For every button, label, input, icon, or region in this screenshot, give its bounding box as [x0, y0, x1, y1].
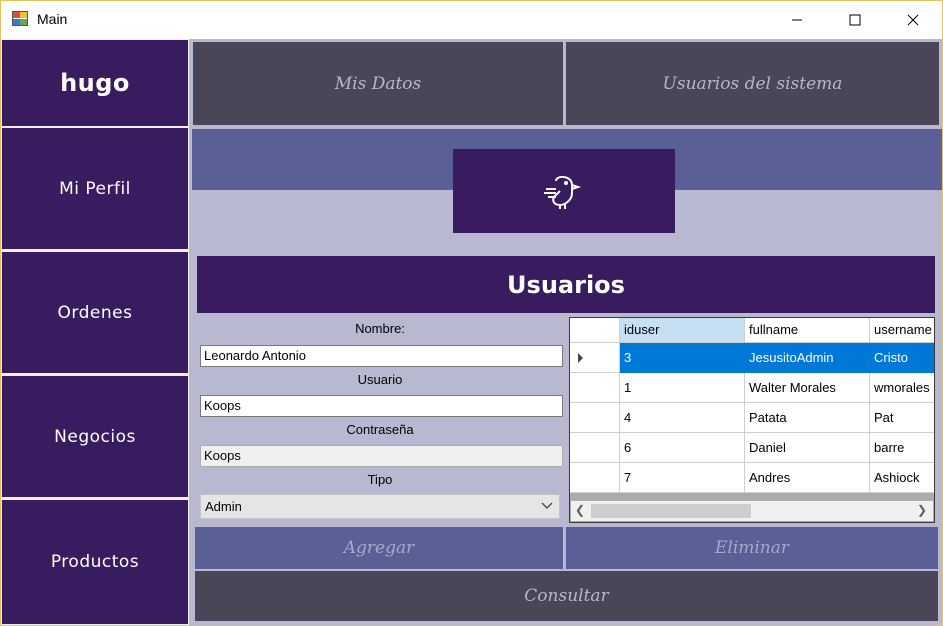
sidebar-item-negocios[interactable]: Negocios [2, 376, 188, 497]
password-label: Contraseña [346, 422, 414, 437]
table-cell[interactable]: Andres [745, 463, 870, 493]
title-bar: Main [1, 1, 942, 39]
column-header-iduser[interactable]: iduser [620, 318, 745, 343]
row-header[interactable] [570, 403, 620, 433]
scrollbar-thumb[interactable] [591, 504, 751, 518]
tipo-select[interactable]: Admin [200, 494, 560, 519]
table-cell[interactable]: 7 [620, 463, 745, 493]
table-cell[interactable]: Ashiock [870, 463, 934, 493]
usuario-label: Usuario [357, 372, 403, 387]
password-field[interactable]: Koops [200, 445, 563, 467]
tab-usuarios-del-sistema[interactable]: Usuarios del sistema [566, 42, 939, 125]
app-icon [12, 11, 29, 27]
table-cell[interactable]: Daniel [745, 433, 870, 463]
main-window: Main hugo Mi Perfil Ordenes Negocios Pro… [0, 0, 943, 626]
column-header-fullname[interactable]: fullname [745, 318, 870, 343]
table-cell[interactable]: Cristo [870, 343, 934, 373]
row-selector-icon [578, 353, 583, 363]
bird-icon [544, 175, 582, 209]
row-header[interactable] [570, 463, 620, 493]
table-cell[interactable]: Pat [870, 403, 934, 433]
sidebar-item-mi-perfil[interactable]: Mi Perfil [2, 128, 188, 249]
bird-logo [453, 149, 675, 233]
table-cell[interactable]: Patata [745, 403, 870, 433]
nombre-label: Nombre: [355, 321, 405, 336]
tipo-select-value: Admin [205, 499, 242, 514]
chevron-down-icon[interactable] [541, 496, 553, 523]
window-title: Main [37, 11, 68, 27]
scroll-right-icon[interactable]: ❯ [917, 503, 927, 517]
minimize-button[interactable] [768, 1, 826, 39]
close-icon [907, 14, 919, 26]
table-cell[interactable]: Walter Morales [745, 373, 870, 403]
table-corner [570, 318, 620, 343]
table-cell[interactable]: 6 [620, 433, 745, 463]
table-cell[interactable]: wmorales [870, 373, 934, 403]
sidebar-item-ordenes[interactable]: Ordenes [2, 252, 188, 373]
sidebar: hugo Mi Perfil Ordenes Negocios Producto… [1, 39, 189, 625]
minimize-icon [792, 19, 802, 21]
table-cell[interactable]: 1 [620, 373, 745, 403]
row-header[interactable] [570, 373, 620, 403]
eliminar-button[interactable]: Eliminar [566, 527, 938, 569]
consultar-button[interactable]: Consultar [195, 571, 938, 621]
table-cell[interactable]: 3 [620, 343, 745, 373]
usuario-field[interactable]: Koops [200, 395, 563, 417]
nombre-field[interactable]: Leonardo Antonio [200, 345, 563, 367]
client-area: hugo Mi Perfil Ordenes Negocios Producto… [1, 39, 942, 625]
scroll-left-icon[interactable]: ❮ [575, 503, 585, 517]
section-title: Usuarios [197, 256, 935, 313]
row-header[interactable] [570, 433, 620, 463]
users-table[interactable]: iduser fullname username 3 JesusitoAdmin… [569, 317, 935, 523]
tab-mis-datos[interactable]: Mis Datos [193, 42, 563, 125]
maximize-button[interactable] [826, 1, 884, 39]
brand-logo: hugo [2, 40, 188, 126]
horizontal-scrollbar[interactable]: ❮ ❯ [571, 501, 933, 521]
maximize-icon [849, 14, 861, 26]
table-cell[interactable]: JesusitoAdmin [745, 343, 870, 373]
table-cell[interactable]: barre [870, 433, 934, 463]
sidebar-item-productos[interactable]: Productos [2, 500, 188, 624]
tipo-label: Tipo [367, 472, 393, 487]
table-cell[interactable]: 4 [620, 403, 745, 433]
row-header[interactable] [570, 343, 620, 373]
column-header-username[interactable]: username [870, 318, 934, 343]
agregar-button[interactable]: Agregar [195, 527, 563, 569]
close-button[interactable] [884, 1, 942, 39]
